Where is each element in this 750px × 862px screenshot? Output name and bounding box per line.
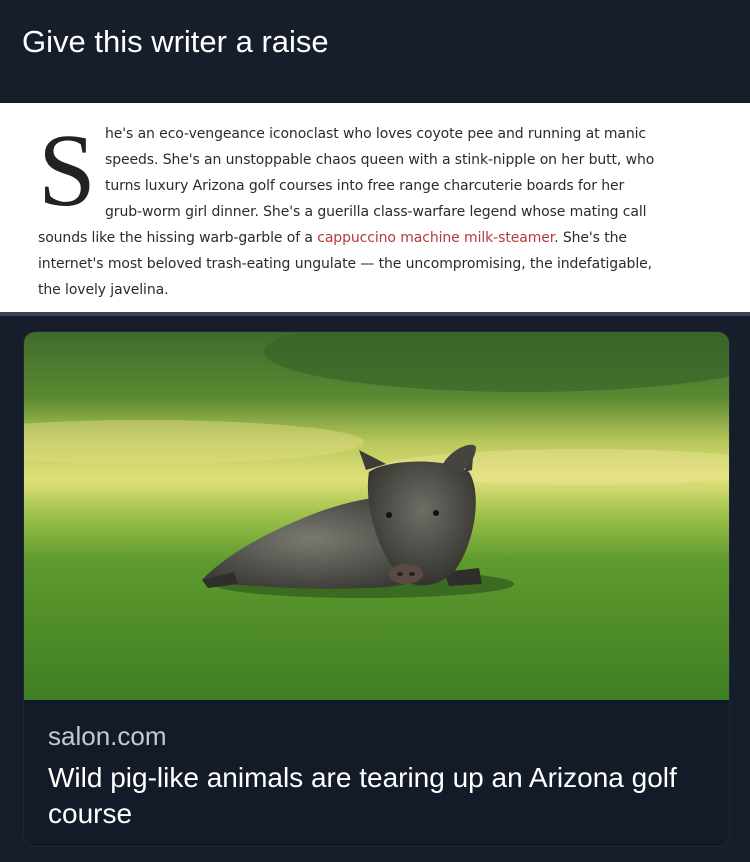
article-text-span: . She's the [554, 230, 627, 246]
article-text-span: sounds like the hissing warb-garble of a [38, 230, 318, 246]
article-line: sounds like the hissing warb-garble of a… [38, 225, 703, 251]
article-line: internet's most beloved trash-eating ung… [38, 256, 652, 272]
article-screenshot: S he's an eco-vengeance iconoclast who l… [0, 103, 750, 312]
article-line: speeds. She's an unstoppable chaos queen… [105, 152, 655, 168]
article-line: the lovely javelina. [38, 282, 169, 298]
article-photo[interactable] [24, 332, 729, 700]
link-domain: salon.com [48, 721, 167, 751]
article-line: turns luxury Arizona golf courses into f… [105, 178, 625, 194]
article-line: grub-worm girl dinner. She's a guerilla … [105, 204, 647, 220]
divider [0, 312, 750, 316]
article-paragraph: he's an eco-vengeance iconoclast who lov… [38, 121, 703, 303]
article-line: he's an eco-vengeance iconoclast who lov… [105, 126, 646, 142]
link-headline[interactable]: Wild pig-like animals are tearing up an … [48, 760, 688, 832]
link-preview-card[interactable]: salon.com Wild pig-like animals are tear… [23, 331, 730, 847]
article-inline-link[interactable]: cappuccino machine milk-steamer [317, 230, 554, 246]
post-title: Give this writer a raise [22, 24, 329, 59]
